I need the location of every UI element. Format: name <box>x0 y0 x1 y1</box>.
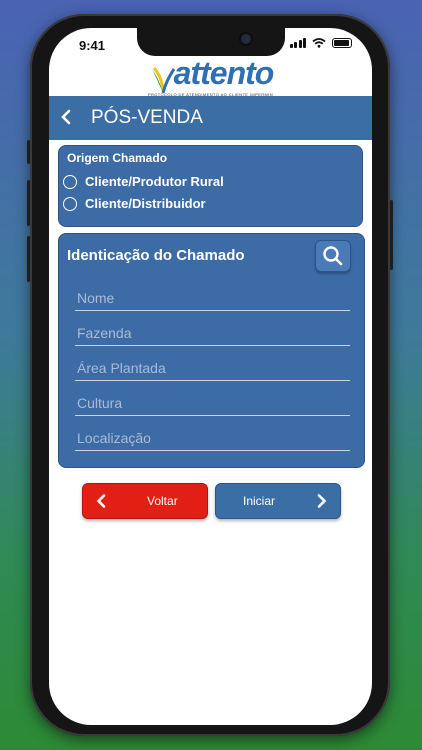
iniciar-label: Iniciar <box>243 494 276 508</box>
camera-icon <box>240 34 251 44</box>
page-title: PÓS-VENDA <box>91 107 203 128</box>
radio-label: Cliente/Produtor Rural <box>85 174 224 189</box>
area-plantada-field[interactable] <box>75 356 350 381</box>
fazenda-field[interactable] <box>75 321 350 346</box>
chevron-right-icon <box>317 494 327 508</box>
cultura-input[interactable] <box>75 391 350 415</box>
radio-label: Cliente/Distribuidor <box>85 196 206 211</box>
voltar-label: Voltar <box>147 494 178 508</box>
area-plantada-input[interactable] <box>75 356 350 380</box>
identificacao-card: Identicação do Chamado <box>58 233 365 468</box>
signal-icon <box>289 38 306 48</box>
phone-power-button <box>390 200 393 270</box>
phone-silent-switch <box>27 140 30 164</box>
status-icons <box>289 38 352 48</box>
cultura-field[interactable] <box>75 391 350 416</box>
nome-input[interactable] <box>75 286 350 310</box>
wifi-icon <box>312 38 326 48</box>
voltar-button[interactable]: Voltar <box>82 483 208 519</box>
radio-option-distribuidor[interactable]: Cliente/Distribuidor <box>63 196 206 211</box>
back-button[interactable] <box>59 105 83 131</box>
localizacao-field[interactable] <box>75 426 350 451</box>
app-logo: attento PROTOCOLO DE ATENDIMENTO AO CLIE… <box>49 55 372 97</box>
phone-volume-up <box>27 180 30 226</box>
notch <box>136 28 285 56</box>
origem-chamado-label: Origem Chamado <box>67 151 168 165</box>
status-time: 9:41 <box>79 38 106 53</box>
search-button[interactable] <box>315 240 351 272</box>
battery-icon <box>332 38 352 48</box>
localizacao-input[interactable] <box>75 426 350 450</box>
app-header: PÓS-VENDA <box>49 96 372 140</box>
search-icon <box>323 246 343 266</box>
logo-wordmark: attento <box>173 55 275 91</box>
origem-chamado-card: Origem Chamado Cliente/Produtor Rural Cl… <box>58 145 363 227</box>
identificacao-title: Identicação do Chamado <box>67 247 245 264</box>
app-screen: 9:41 attento PROTOCOLO DE ATENDIMENTO AO… <box>49 28 372 725</box>
chevron-left-icon <box>61 109 71 125</box>
iniciar-button[interactable]: Iniciar <box>215 483 341 519</box>
phone-volume-down <box>27 236 30 282</box>
radio-button[interactable] <box>63 174 77 189</box>
nome-field[interactable] <box>75 286 350 311</box>
fazenda-input[interactable] <box>75 321 350 345</box>
radio-option-produtor-rural[interactable]: Cliente/Produtor Rural <box>63 174 224 189</box>
radio-button[interactable] <box>63 196 77 211</box>
chevron-left-icon <box>96 494 106 508</box>
